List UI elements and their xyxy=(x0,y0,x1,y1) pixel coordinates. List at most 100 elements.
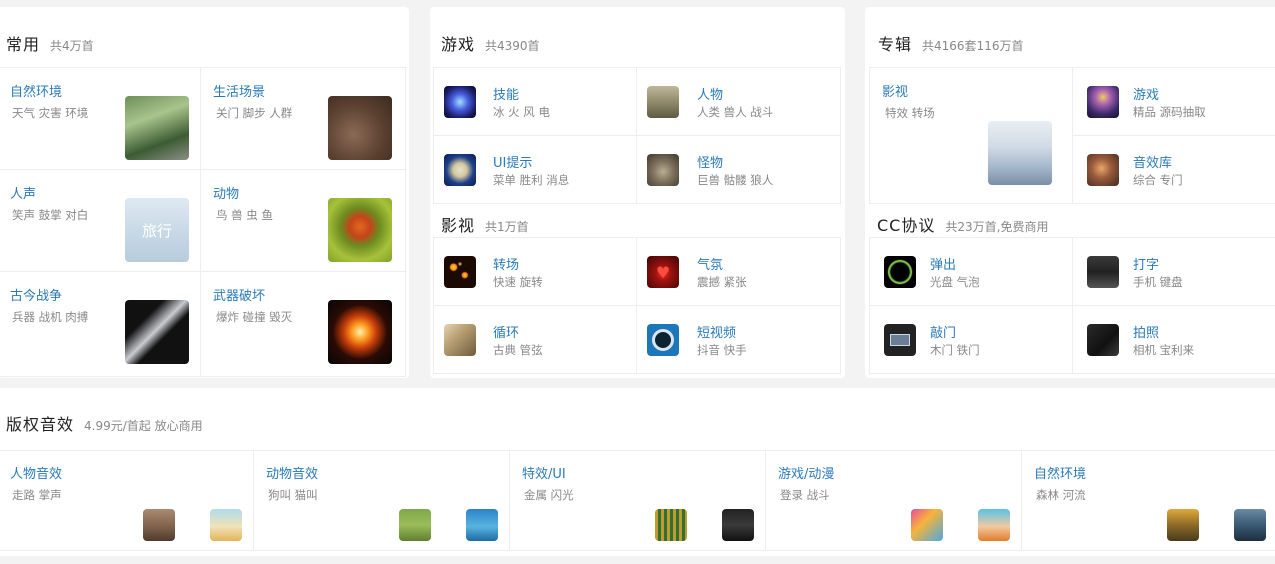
category-title: 敲门 xyxy=(930,326,957,341)
category-knock[interactable]: 敲门 木门 铁门 xyxy=(869,306,1073,374)
film-title: 影视 xyxy=(441,216,476,235)
album-sfx-library[interactable]: 音效库 综合 专门 xyxy=(1073,136,1275,204)
category-title: 特效/UI xyxy=(522,467,566,482)
category-tags: 古典 管弦 xyxy=(493,343,543,357)
album-feature-tags: 特效 转场 xyxy=(885,106,935,120)
category-title: 动物 xyxy=(213,187,240,202)
game-panel: 游戏 共4390首 技能 冰 火 风 电 人物 人类 兽人 战斗 UI提示 菜单… xyxy=(430,7,845,378)
category-title: 拍照 xyxy=(1133,326,1160,341)
category-ui[interactable]: UI提示 菜单 胜利 消息 xyxy=(433,136,637,204)
dolphin-thumb-icon xyxy=(466,509,498,541)
forest-thumb-icon xyxy=(1167,509,1199,541)
category-tags: 震撼 紧张 xyxy=(697,275,747,289)
category-voice[interactable]: 人声 笑声 鼓掌 对白 旅行 xyxy=(0,170,201,272)
category-tags: 兵器 战机 肉搏 xyxy=(12,310,89,324)
category-war[interactable]: 古今战争 兵器 战机 肉搏 xyxy=(0,272,201,377)
paid-header: 版权音效 4.99元/首起 放心商用 xyxy=(6,411,203,435)
category-title: 游戏 xyxy=(1133,88,1160,103)
forest-thumb-icon xyxy=(125,96,189,160)
chip-thumb-icon xyxy=(655,509,687,541)
short-video-thumb-icon xyxy=(647,324,679,356)
category-tags: 精品 源码抽取 xyxy=(1133,105,1206,119)
category-title: 人声 xyxy=(10,187,37,202)
common-header: 常用 共4万首 xyxy=(6,31,94,55)
category-tags: 走路 掌声 xyxy=(12,488,62,502)
popup-thumb-icon xyxy=(884,256,916,288)
cartoon-thumb-icon xyxy=(911,509,943,541)
category-tags: 人类 兽人 战斗 xyxy=(697,105,774,119)
category-title: 音效库 xyxy=(1133,156,1173,171)
category-tags: 手机 键盘 xyxy=(1133,275,1183,289)
category-life[interactable]: 生活场景 关门 脚步 人群 xyxy=(201,68,406,170)
album-feature-title: 影视 xyxy=(882,85,909,100)
category-title: 弹出 xyxy=(930,258,957,273)
game-header: 游戏 共4390首 xyxy=(441,31,540,55)
category-tags: 菜单 胜利 消息 xyxy=(493,173,570,187)
album-panel: 专辑 共4166套116万首 影视 特效 转场 游戏 精品 源码抽取 音效库 综… xyxy=(865,7,1275,378)
category-title: 古今战争 xyxy=(10,289,63,304)
sky-thumb-icon: 旅行 xyxy=(125,198,189,262)
category-tags: 笑声 鼓掌 对白 xyxy=(12,208,89,222)
category-title: 短视频 xyxy=(697,326,737,341)
kid-thumb-icon xyxy=(210,509,242,541)
category-tags: 抖音 快手 xyxy=(697,343,747,357)
door-thumb-icon xyxy=(884,324,916,356)
category-title: 游戏/动漫 xyxy=(778,467,835,482)
album-subtitle: 共4166套116万首 xyxy=(922,39,1024,53)
category-tags: 鸟 兽 虫 鱼 xyxy=(216,208,273,222)
category-tags: 综合 专门 xyxy=(1133,173,1183,187)
paid-category-people[interactable]: 人物音效 走路 掌声 xyxy=(0,451,254,551)
category-transition[interactable]: 转场 快速 旋转 xyxy=(433,238,637,306)
category-title: 人物音效 xyxy=(10,467,63,482)
category-title: 循环 xyxy=(493,326,520,341)
category-short-video[interactable]: 短视频 抖音 快手 xyxy=(637,306,841,374)
category-character[interactable]: 人物 人类 兽人 战斗 xyxy=(637,68,841,136)
category-title: 自然环境 xyxy=(10,85,63,100)
film-header: 影视 共1万首 xyxy=(441,212,529,236)
category-tags: 爆炸 碰撞 毁灭 xyxy=(216,310,293,324)
common-panel: 常用 共4万首 自然环境 天气 灾害 环境 生活场景 关门 脚步 人群 人声 笑… xyxy=(0,7,409,378)
category-typing[interactable]: 打字 手机 键盘 xyxy=(1073,238,1275,306)
game-title: 游戏 xyxy=(441,35,476,54)
category-title: 生活场景 xyxy=(213,85,266,100)
category-tags: 木门 铁门 xyxy=(930,343,980,357)
camera-thumb-icon xyxy=(1087,324,1119,356)
category-title: 人物 xyxy=(697,88,724,103)
category-title: 动物音效 xyxy=(266,467,319,482)
category-monster[interactable]: 怪物 巨兽 骷髅 狼人 xyxy=(637,136,841,204)
category-tags: 快速 旋转 xyxy=(493,275,543,289)
category-loop[interactable]: 循环 古典 管弦 xyxy=(433,306,637,374)
film-subtitle: 共1万首 xyxy=(485,220,529,234)
category-tags: 狗叫 猫叫 xyxy=(268,488,318,502)
album-film-feature[interactable]: 影视 特效 转场 xyxy=(869,68,1073,204)
category-tags: 森林 河流 xyxy=(1036,488,1086,502)
paid-category-game-anime[interactable]: 游戏/动漫 登录 战斗 xyxy=(766,451,1022,551)
category-weapon[interactable]: 武器破坏 爆炸 碰撞 毁灭 xyxy=(201,272,406,377)
warrior-thumb-icon xyxy=(647,86,679,118)
cc-title: CC协议 xyxy=(877,216,936,235)
paid-panel: 版权音效 4.99元/首起 放心商用 人物音效 走路 掌声 动物音效 狗叫 猫叫… xyxy=(0,388,1275,556)
category-skill[interactable]: 技能 冰 火 风 电 xyxy=(433,68,637,136)
monster-thumb-icon xyxy=(647,154,679,186)
skill-thumb-icon xyxy=(444,86,476,118)
category-tags: 登录 战斗 xyxy=(780,488,830,502)
category-photo[interactable]: 拍照 相机 宝利来 xyxy=(1073,306,1275,374)
boy-thumb-icon xyxy=(978,509,1010,541)
album-game[interactable]: 游戏 精品 源码抽取 xyxy=(1073,68,1275,136)
category-nature[interactable]: 自然环境 天气 灾害 环境 xyxy=(0,68,201,170)
keyboard-thumb-icon xyxy=(1087,256,1119,288)
category-tags: 巨兽 骷髅 狼人 xyxy=(697,173,774,187)
paid-category-fx-ui[interactable]: 特效/UI 金属 闪光 xyxy=(510,451,766,551)
category-title: 武器破坏 xyxy=(213,289,266,304)
paid-category-nature[interactable]: 自然环境 森林 河流 xyxy=(1022,451,1275,551)
game-subtitle: 共4390首 xyxy=(485,39,540,53)
footprints-thumb-icon xyxy=(328,96,392,160)
paid-category-animal[interactable]: 动物音效 狗叫 猫叫 xyxy=(254,451,510,551)
category-popup[interactable]: 弹出 光盘 气泡 xyxy=(869,238,1073,306)
loop-thumb-icon xyxy=(444,324,476,356)
category-title: 自然环境 xyxy=(1034,467,1087,482)
category-animal[interactable]: 动物 鸟 兽 虫 鱼 xyxy=(201,170,406,272)
category-mood[interactable]: ♥ 气氛 震撼 紧张 xyxy=(637,238,841,306)
walking-thumb-icon xyxy=(143,509,175,541)
thumb-caption: 旅行 xyxy=(141,221,172,240)
